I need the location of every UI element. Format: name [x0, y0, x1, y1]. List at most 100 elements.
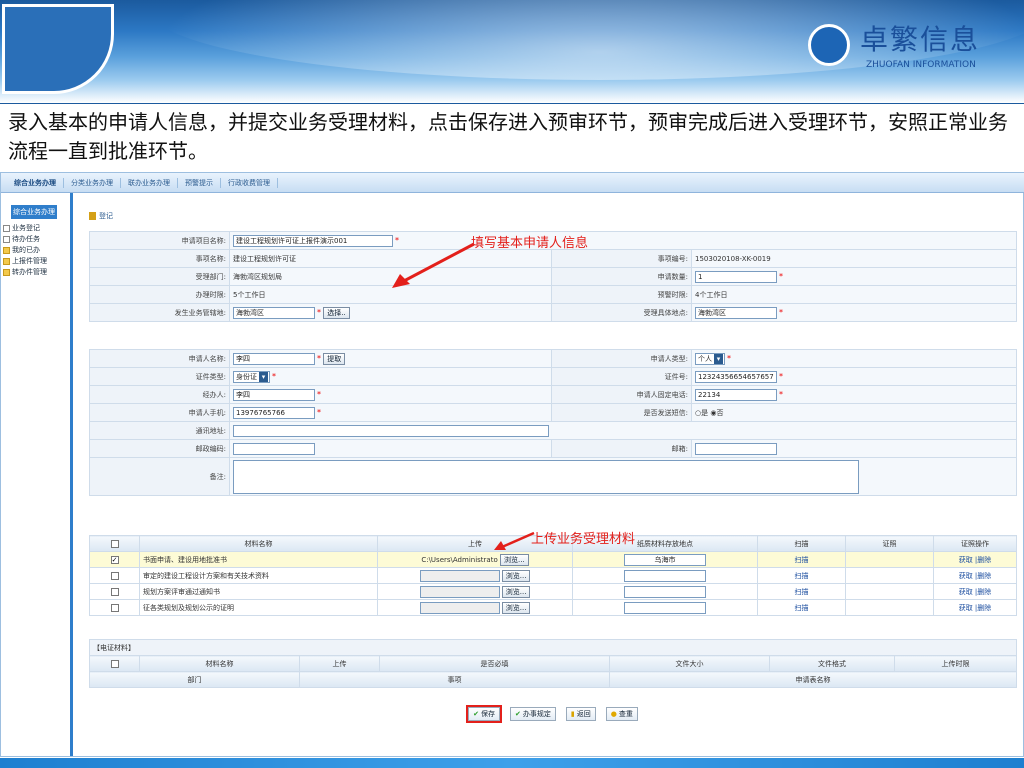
- sidebar-item-register[interactable]: 业务登记: [1, 223, 70, 234]
- paper-place-input[interactable]: [624, 601, 706, 614]
- sidebar: 综合业务办理 业务登记 待办任务 我的已办 上报件管理 转办件管理: [1, 193, 73, 756]
- mobile-input[interactable]: 13976765766: [233, 406, 315, 419]
- col-header: 文件大小: [609, 655, 770, 672]
- footer-bar: [0, 758, 1024, 768]
- material-name: 规划方案评审通过通知书: [139, 583, 378, 600]
- folder-icon: [3, 258, 10, 265]
- field-label: 申请人类型:: [551, 349, 692, 368]
- table-row: 书面申请、建设用地批准书 C:\Users\Administrato 浏览...…: [89, 551, 1017, 568]
- material-name: 书面申请、建设用地批准书: [139, 551, 378, 568]
- brand-logo: 卓繁信息 ZHUOFAN INFORMATION: [808, 14, 1008, 86]
- paper-place-input[interactable]: [624, 585, 706, 598]
- annotation-fill-info: 填写基本申请人信息: [471, 236, 589, 251]
- return-icon: ▮: [570, 710, 575, 718]
- email-input[interactable]: [695, 442, 777, 455]
- browse-button[interactable]: 浏览...: [499, 553, 529, 566]
- license-ops[interactable]: 获取 |删除: [933, 551, 1017, 568]
- license-ops[interactable]: 获取 |删除: [933, 599, 1017, 616]
- annotation-arrow-icon: [494, 531, 535, 550]
- sidebar-item-todo[interactable]: 待办任务: [1, 234, 70, 245]
- menu-item-comprehensive[interactable]: 综合业务办理: [7, 177, 64, 188]
- back-button[interactable]: ▮ 返回: [565, 707, 596, 721]
- license-ops[interactable]: 获取 |删除: [933, 583, 1017, 600]
- electronic-header-row: 材料名称 上传 是否必填 文件大小 文件格式 上传时限: [89, 655, 1017, 672]
- zip-input[interactable]: [233, 442, 315, 455]
- license-ops[interactable]: 获取 |删除: [933, 567, 1017, 584]
- scan-link[interactable]: 扫描: [757, 551, 846, 568]
- agent-input[interactable]: 李四: [233, 388, 315, 401]
- table-row: 规划方案评审通过通知书 浏览... 扫描 获取 |删除: [89, 583, 1017, 600]
- sidebar-item-label: 转办件管理: [12, 268, 47, 276]
- place-input[interactable]: 海勃湾区: [695, 306, 777, 319]
- paper-place-input[interactable]: [624, 569, 706, 582]
- field-label: 经办人:: [89, 385, 230, 404]
- col-header: 事项: [299, 671, 610, 688]
- scan-link[interactable]: 扫描: [757, 567, 846, 584]
- col-header: 证照: [845, 535, 934, 552]
- menu-item-warning[interactable]: 预警提示: [178, 177, 221, 188]
- rules-button[interactable]: ✔ 办事规定: [510, 707, 556, 721]
- file-path-input[interactable]: [419, 585, 500, 598]
- sms-radio-group[interactable]: ○是 ◉否: [691, 403, 1017, 422]
- select-all-checkbox[interactable]: [110, 539, 119, 548]
- area-cell: 海勃湾区 * 选择..: [229, 303, 552, 322]
- applicant-input[interactable]: 李四: [233, 352, 315, 365]
- address-input[interactable]: [233, 424, 549, 437]
- annotation-arrow-icon: [392, 242, 475, 288]
- col-header: 申请表名称: [609, 671, 1017, 688]
- id-number-input[interactable]: 12324356654657657: [695, 370, 777, 383]
- phone-input[interactable]: 22134: [695, 388, 777, 401]
- sidebar-item-report[interactable]: 上报件管理: [1, 256, 70, 267]
- file-path-input[interactable]: [419, 569, 500, 582]
- top-menu: 综合业务办理 分类业务办理 联办业务办理 预警提示 行政收费管理: [1, 173, 1024, 193]
- table-row: 审定的建设工程设计方案和有关技术资料 浏览... 扫描 获取 |删除: [89, 567, 1017, 584]
- area-input[interactable]: 海勃湾区: [233, 306, 315, 319]
- save-button[interactable]: ✔ 保存: [466, 705, 503, 723]
- check-icon: ✔: [515, 710, 521, 718]
- menu-item-category[interactable]: 分类业务办理: [64, 177, 121, 188]
- col-header: 材料名称: [139, 655, 300, 672]
- browse-button[interactable]: 浏览...: [501, 585, 531, 598]
- menu-item-joint[interactable]: 联办业务办理: [121, 177, 178, 188]
- sidebar-item-transfer[interactable]: 转办件管理: [1, 267, 70, 278]
- col-header: 材料名称: [139, 535, 378, 552]
- field-label: 申请人名称:: [89, 349, 230, 368]
- id-type-select[interactable]: 身份证: [233, 370, 270, 383]
- applicant-type-select[interactable]: 个人: [695, 352, 725, 365]
- row-checkbox[interactable]: [110, 587, 119, 596]
- zip-cell: [229, 439, 552, 458]
- qty-input[interactable]: 1: [695, 270, 777, 283]
- field-label: 发生业务管辖地:: [89, 303, 230, 322]
- menu-item-fees[interactable]: 行政收费管理: [221, 177, 278, 188]
- col-header: 是否必填: [379, 655, 610, 672]
- browse-button[interactable]: 浏览...: [501, 601, 531, 614]
- row-checkbox[interactable]: [110, 603, 119, 612]
- row-checkbox[interactable]: [110, 571, 119, 580]
- paper-place-input[interactable]: 乌海市: [624, 553, 706, 566]
- sidebar-head[interactable]: 综合业务办理: [11, 205, 57, 219]
- scan-link[interactable]: 扫描: [757, 599, 846, 616]
- pick-button[interactable]: 提取: [323, 352, 346, 365]
- scan-link[interactable]: 扫描: [757, 583, 846, 600]
- select-all-checkbox[interactable]: [110, 659, 119, 668]
- warn-value: 4个工作日: [691, 285, 1017, 304]
- field-label: 受理部门:: [89, 267, 230, 286]
- browse-button[interactable]: 浏览...: [501, 569, 531, 582]
- field-label: 办理时限:: [89, 285, 230, 304]
- project-name-input[interactable]: 建设工程规划许可证上报件演示001: [233, 234, 393, 247]
- electronic-materials-table: 【电证材料】 材料名称 上传 是否必填 文件大小 文件格式 上传时限 部门 事项…: [89, 639, 1017, 688]
- dedupe-label: 查重: [618, 710, 633, 718]
- choose-button[interactable]: 选择..: [323, 306, 350, 319]
- header-banner: 卓繁信息 ZHUOFAN INFORMATION: [0, 0, 1024, 103]
- applicant-cell: 李四 * 提取: [229, 349, 552, 368]
- sidebar-item-done[interactable]: 我的已办: [1, 245, 70, 256]
- field-label: 申请人手机:: [89, 403, 230, 422]
- row-checkbox[interactable]: [110, 555, 119, 564]
- bulb-icon: ●: [610, 710, 617, 718]
- email-cell: [691, 439, 1017, 458]
- dedupe-button[interactable]: ● 查重: [605, 707, 638, 721]
- idno-cell: 12324356654657657 *: [691, 367, 1017, 386]
- file-path-input[interactable]: [419, 601, 500, 614]
- matter-no-value: 1503020108-XK-0019: [691, 249, 1017, 268]
- note-textarea[interactable]: [233, 459, 859, 494]
